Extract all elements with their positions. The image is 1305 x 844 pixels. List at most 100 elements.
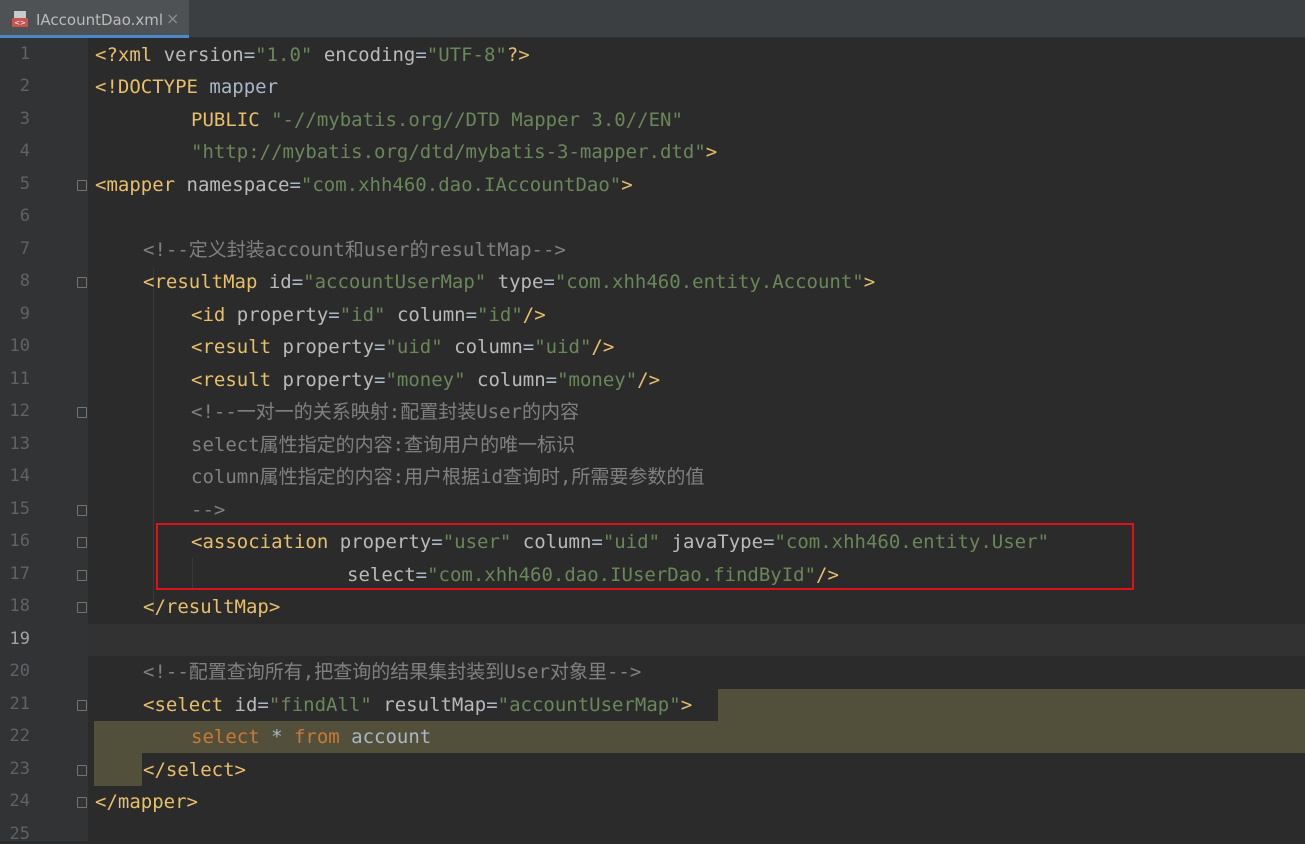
- token: *: [259, 726, 294, 748]
- token: resultMap: [371, 694, 487, 716]
- token: encoding: [312, 44, 416, 66]
- token: <!--一对一的关系映射:配置封装User的内容: [191, 401, 579, 423]
- token: "money": [557, 369, 638, 391]
- token: type: [486, 271, 544, 293]
- token: namespace: [175, 174, 290, 196]
- annotation-box: [156, 523, 1134, 590]
- fold-marker-icon[interactable]: [77, 277, 87, 288]
- fold-marker-icon[interactable]: [77, 700, 87, 711]
- line-number: 3: [19, 109, 30, 129]
- token: <mapper: [95, 174, 176, 196]
- code-line-23: </select>: [143, 754, 246, 786]
- token: property: [271, 369, 375, 391]
- token: from: [293, 726, 340, 748]
- token: >: [680, 694, 693, 716]
- token: "uid": [534, 336, 592, 358]
- line-number: 17: [9, 564, 30, 584]
- token: >: [863, 271, 876, 293]
- code-line-15: -->: [191, 494, 225, 526]
- token: =: [243, 44, 256, 66]
- token: "UTF-8": [426, 44, 507, 66]
- token: </resultMap>: [143, 596, 281, 618]
- xml-file-icon: <>: [12, 11, 28, 27]
- code-line-12: <!--一对一的关系映射:配置封装User的内容: [191, 396, 579, 428]
- line-number: 16: [9, 531, 30, 551]
- token: <!DOCTYPE: [95, 76, 198, 98]
- token: column属性指定的内容:用户根据id查询时,所需要参数的值: [191, 466, 705, 488]
- token: "accountUserMap": [497, 694, 681, 716]
- tab-iaccountdao-xml[interactable]: <> IAccountDao.xml ×: [0, 0, 189, 38]
- token: />: [591, 336, 615, 358]
- fold-marker-icon[interactable]: [77, 765, 87, 776]
- token: "http://mybatis.org/dtd/mybatis-3-mapper…: [191, 141, 706, 163]
- fold-marker-icon[interactable]: [77, 537, 87, 548]
- usage-highlight: [718, 689, 1305, 721]
- line-number: 5: [19, 174, 30, 194]
- line-number: 7: [19, 239, 30, 259]
- token: <select: [143, 694, 224, 716]
- token: />: [522, 304, 546, 326]
- token: <id: [191, 304, 226, 326]
- line-number: 21: [9, 694, 30, 714]
- code-line-14: column属性指定的内容:用户根据id查询时,所需要参数的值: [191, 461, 704, 493]
- fold-marker-icon[interactable]: [77, 570, 87, 581]
- token: =: [486, 694, 498, 716]
- tab-label: IAccountDao.xml: [36, 11, 164, 29]
- token: =: [465, 304, 478, 326]
- code-line-21: <select id="findAll" resultMap="accountU…: [143, 689, 692, 721]
- line-number: 20: [9, 661, 30, 681]
- token: =: [291, 271, 304, 293]
- token: column: [442, 336, 523, 358]
- line-number: 25: [9, 824, 30, 844]
- token: property: [271, 336, 375, 358]
- token: select: [191, 726, 260, 748]
- token: ?>: [506, 44, 530, 66]
- line-number: 1: [19, 44, 30, 64]
- fold-marker-icon[interactable]: [77, 180, 87, 191]
- line-number: 4: [19, 141, 30, 161]
- line-number: 24: [9, 791, 30, 811]
- token: =: [289, 174, 301, 196]
- line-number: 23: [9, 759, 30, 779]
- token: mapper: [197, 76, 279, 98]
- code-editor[interactable]: <?xml version="1.0" encoding="UTF-8"?> <…: [88, 38, 1305, 841]
- token: >: [705, 141, 718, 163]
- token: =: [415, 44, 427, 66]
- close-icon[interactable]: ×: [166, 9, 179, 28]
- token: <!--配置查询所有,把查询的结果集封装到User对象里-->: [143, 661, 642, 683]
- token: <result: [191, 369, 272, 391]
- line-number: 14: [9, 466, 30, 486]
- code-line-22: select * from account: [191, 721, 431, 753]
- token: "id": [477, 304, 523, 326]
- code-line-9: <id property="id" column="id"/>: [191, 299, 546, 331]
- line-number-gutter: 1 2 3 4 5 6 7 8 9 10 11 12 13 14 15 16 1…: [0, 38, 116, 844]
- code-line-11: <result property="money" column="money"/…: [191, 364, 660, 396]
- line-number: 9: [19, 304, 30, 324]
- fold-marker-icon[interactable]: [77, 797, 87, 808]
- token: -->: [191, 499, 226, 521]
- token: />: [637, 369, 661, 391]
- line-number: 18: [9, 596, 30, 616]
- fold-marker-icon[interactable]: [77, 602, 87, 613]
- fold-marker-icon[interactable]: [77, 505, 87, 516]
- line-number: 8: [19, 271, 30, 291]
- code-line-8: <resultMap id="accountUserMap" type="com…: [143, 266, 875, 298]
- token: <?xml: [95, 44, 164, 66]
- code-line-1: <?xml version="1.0" encoding="UTF-8"?>: [95, 39, 530, 71]
- token: "com.xhh460.dao.IAccountDao": [300, 174, 622, 196]
- code-line-5: <mapper namespace="com.xhh460.dao.IAccou…: [95, 169, 633, 201]
- token: </mapper>: [95, 791, 198, 813]
- line-number: 2: [19, 76, 30, 96]
- usage-highlight: [94, 753, 142, 786]
- token: =: [257, 694, 269, 716]
- token: =: [374, 369, 386, 391]
- token: =: [543, 271, 555, 293]
- token: select属性指定的内容:查询用户的唯一标识: [191, 434, 576, 456]
- line-number: 22: [9, 726, 30, 746]
- token: "id": [339, 304, 386, 326]
- editor-tab-bar: <> IAccountDao.xml ×: [0, 0, 1305, 38]
- token: >: [621, 174, 633, 196]
- code-line-4: "http://mybatis.org/dtd/mybatis-3-mapper…: [191, 136, 717, 168]
- code-line-18: </resultMap>: [143, 591, 280, 623]
- fold-marker-icon[interactable]: [77, 407, 87, 418]
